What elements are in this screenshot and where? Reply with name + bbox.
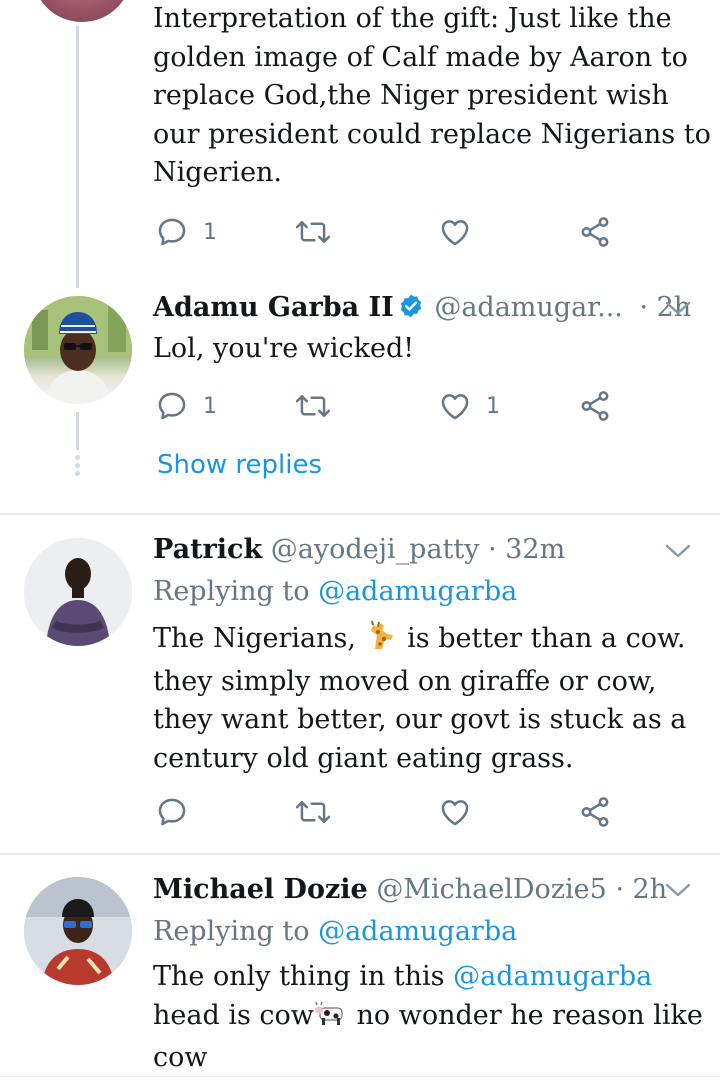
- user-handle[interactable]: @ayodeji_patty: [271, 534, 480, 565]
- user-handle[interactable]: @adamugar...: [434, 292, 623, 323]
- replying-to: Replying to @adamugarba: [153, 913, 517, 951]
- reply-button[interactable]: 1: [155, 386, 217, 426]
- divider: [0, 513, 720, 515]
- tweet-text: Interpretation of the gift: Just like th…: [153, 3, 711, 188]
- share-icon: [581, 797, 609, 827]
- replying-to-label: Replying to: [153, 576, 310, 607]
- share-button[interactable]: [578, 212, 612, 252]
- like-button[interactable]: [438, 212, 472, 252]
- like-button[interactable]: [438, 792, 472, 832]
- mention-link[interactable]: @adamugarba: [318, 576, 517, 607]
- heart-icon: [441, 394, 469, 420]
- tweet-time[interactable]: · 32m: [488, 534, 565, 565]
- user-handle[interactable]: @MichaelDozie5: [376, 874, 606, 905]
- more-replies-dots: [75, 455, 80, 479]
- tweet-text: The Nigerians, is better than a cow. the…: [153, 619, 708, 778]
- reply-button[interactable]: [155, 792, 189, 832]
- share-icon: [581, 217, 609, 247]
- mention-link[interactable]: @adamugarba: [318, 916, 517, 947]
- like-count: 1: [486, 393, 500, 419]
- divider: [0, 853, 720, 855]
- avatar[interactable]: [24, 296, 132, 404]
- tweet-actions: 1 1: [155, 386, 635, 426]
- retweet-button[interactable]: [295, 212, 331, 252]
- heart-icon: [441, 800, 469, 826]
- replying-to-label: Replying to: [153, 916, 310, 947]
- cow-emoji: [314, 998, 348, 1040]
- tweet-actions: 1: [155, 212, 635, 252]
- verified-badge-icon: [398, 292, 424, 330]
- display-name[interactable]: Adamu Garba II: [153, 292, 394, 323]
- heart-icon: [441, 220, 469, 246]
- tweet-text: Lol, you're wicked!: [153, 333, 415, 364]
- display-name[interactable]: Patrick: [153, 534, 262, 565]
- reply-icon: [158, 218, 186, 246]
- retweet-icon: [295, 395, 331, 417]
- share-button[interactable]: [578, 386, 612, 426]
- avatar-image: [24, 877, 132, 985]
- show-replies-link[interactable]: Show replies: [157, 450, 322, 480]
- retweet-button[interactable]: [295, 792, 331, 832]
- giraffe-emoji: [365, 619, 399, 663]
- reply-count: 1: [203, 219, 217, 245]
- avatar-image: [24, 538, 132, 646]
- tweet-text-part: head is cow: [153, 999, 314, 1031]
- reply-icon: [158, 798, 186, 826]
- reply-count: 1: [203, 393, 217, 419]
- avatar[interactable]: [32, 0, 132, 22]
- tweet-time[interactable]: · 2h: [615, 874, 667, 905]
- tweet-header: Adamu Garba II @adamugar... · 2h: [153, 289, 691, 330]
- reply-button[interactable]: 1: [155, 212, 217, 252]
- thread-line: [76, 412, 79, 450]
- retweet-icon: [295, 221, 331, 243]
- mention-link[interactable]: @adamugarba: [453, 961, 652, 992]
- share-icon: [581, 391, 609, 421]
- chevron-down-icon[interactable]: [664, 298, 692, 318]
- divider: [0, 1076, 720, 1077]
- tweet-header: Michael Dozie @MichaelDozie5 · 2h: [153, 871, 667, 909]
- avatar[interactable]: [24, 877, 132, 985]
- chevron-down-icon[interactable]: [664, 541, 692, 561]
- like-button[interactable]: 1: [438, 386, 500, 426]
- avatar[interactable]: [24, 538, 132, 646]
- thread-line: [76, 26, 79, 288]
- reply-icon: [158, 392, 186, 420]
- retweet-button[interactable]: [295, 386, 331, 426]
- tweet-text-part: The Nigerians,: [153, 623, 365, 654]
- display-name[interactable]: Michael Dozie: [153, 874, 368, 905]
- retweet-icon: [295, 801, 331, 823]
- tweet-thread: Interpretation of the gift: Just like th…: [0, 0, 720, 1081]
- tweet-actions: [155, 792, 635, 832]
- share-button[interactable]: [578, 792, 612, 832]
- chevron-down-icon[interactable]: [664, 880, 692, 900]
- replying-to: Replying to @adamugarba: [153, 573, 517, 611]
- tweet-text: The only thing in this @adamugarba head …: [153, 958, 708, 1078]
- avatar-image: [24, 296, 132, 404]
- tweet-text-part: The only thing in this: [153, 961, 454, 992]
- tweet-header: Patrick @ayodeji_patty · 32m: [153, 531, 565, 569]
